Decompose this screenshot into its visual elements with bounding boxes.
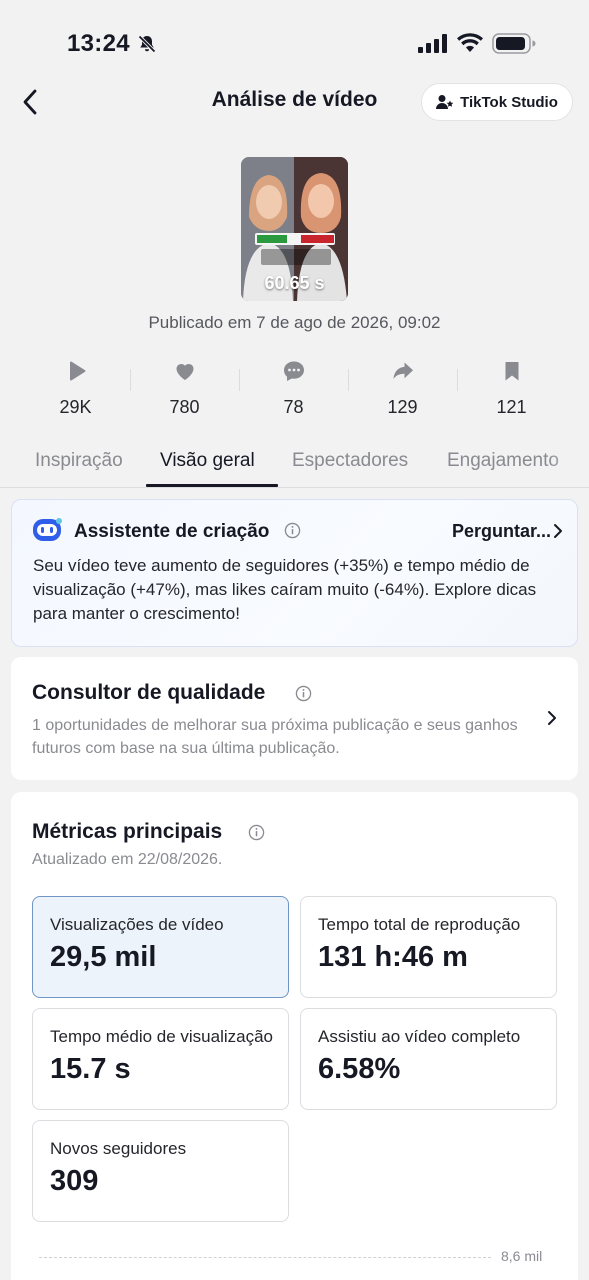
stat-comments: 78 [239, 355, 348, 421]
tab-bar: Inspiração Visão geral Espectadores Enga… [0, 440, 589, 488]
share-icon [393, 362, 413, 379]
metric-label: Assistiu ao vídeo completo [318, 1027, 521, 1046]
info-icon[interactable] [248, 824, 265, 841]
published-date: Publicado em 7 de ago de 2026, 09:02 [148, 313, 441, 332]
metric-value: 6.58% [318, 1053, 401, 1085]
assistant-message: Seu vídeo teve aumento de seguidores (+3… [33, 556, 537, 623]
tab-engajamento[interactable]: Engajamento [447, 450, 559, 472]
quality-advisor-card[interactable]: Consultor de qualidade 1 oportunidades d… [11, 657, 578, 780]
info-icon[interactable] [284, 522, 301, 539]
assistant-robot-icon [33, 518, 62, 541]
metric-label: Visualizações de vídeo [50, 915, 224, 934]
bookmark-icon [505, 362, 518, 381]
chart-gridline [39, 1257, 491, 1258]
metric-value: 15.7 s [50, 1053, 131, 1085]
metric-average-watch-time[interactable]: Tempo médio de visualização 15.7 s [32, 1008, 289, 1110]
metric-value: 309 [50, 1165, 99, 1197]
heart-icon [176, 364, 193, 380]
comment-icon [283, 361, 304, 381]
stat-shares: 129 [348, 355, 457, 421]
tiktok-studio-button[interactable]: TikTok Studio [421, 83, 573, 121]
video-duration: 60.65 s [264, 273, 325, 293]
ask-link[interactable]: Perguntar... [452, 521, 551, 542]
assistant-title: Assistente de criação [74, 521, 270, 542]
metric-video-views[interactable]: Visualizações de vídeo 29,5 mil [32, 896, 289, 998]
status-bar: 13:24 [0, 0, 589, 80]
stat-views: 29K [21, 355, 130, 421]
quality-title: Consultor de qualidade [32, 681, 266, 704]
metric-watched-full-video[interactable]: Assistiu ao vídeo completo 6.58% [300, 1008, 557, 1110]
stat-likes: 780 [130, 355, 239, 421]
battery-icon [492, 33, 536, 54]
bell-slash-icon [138, 35, 156, 53]
chevron-right-icon [548, 711, 556, 725]
stat-value: 78 [283, 397, 304, 417]
metric-new-followers[interactable]: Novos seguidores 309 [32, 1120, 289, 1222]
stat-value: 780 [169, 397, 200, 417]
active-tab-indicator [146, 484, 278, 487]
stat-value: 29K [59, 397, 92, 417]
tab-inspiracao[interactable]: Inspiração [35, 450, 123, 472]
tiktok-studio-label: TikTok Studio [460, 93, 558, 111]
signal-icon [418, 34, 447, 53]
metric-value: 131 h:46 m [318, 941, 468, 973]
key-metrics-card: Métricas principais Atualizado em 22/08/… [11, 792, 578, 1280]
metric-label: Novos seguidores [50, 1139, 187, 1158]
tab-espectadores[interactable]: Espectadores [292, 450, 408, 472]
wifi-icon [457, 33, 483, 52]
video-thumbnail[interactable]: 60.65 s [241, 157, 348, 301]
stat-saves: 121 [457, 355, 566, 421]
stat-value: 129 [387, 397, 418, 417]
stats-row: 29K 780 78 129 121 [21, 355, 568, 421]
creation-assistant-card[interactable]: Assistente de criação Perguntar... Seu v… [11, 499, 578, 647]
stat-value: 121 [496, 397, 527, 417]
metric-label: Tempo total de reprodução [318, 915, 521, 934]
chart-tick-label: 8,6 mil [501, 1248, 543, 1264]
chevron-right-icon [554, 524, 562, 538]
status-time: 13:24 [67, 30, 130, 57]
tabs-fade [549, 440, 589, 487]
metrics-updated: Atualizado em 22/08/2026. [32, 851, 223, 868]
quality-description: 1 oportunidades de melhorar sua próxima … [32, 717, 518, 757]
play-icon [69, 361, 85, 381]
metrics-title: Métricas principais [32, 820, 223, 843]
metric-total-play-time[interactable]: Tempo total de reprodução 131 h:46 m [300, 896, 557, 998]
metric-value: 29,5 mil [50, 941, 157, 973]
info-icon[interactable] [295, 685, 312, 702]
metric-label: Tempo médio de visualização [50, 1027, 274, 1046]
tab-visao-geral[interactable]: Visão geral [160, 450, 255, 472]
user-star-icon [436, 95, 454, 109]
